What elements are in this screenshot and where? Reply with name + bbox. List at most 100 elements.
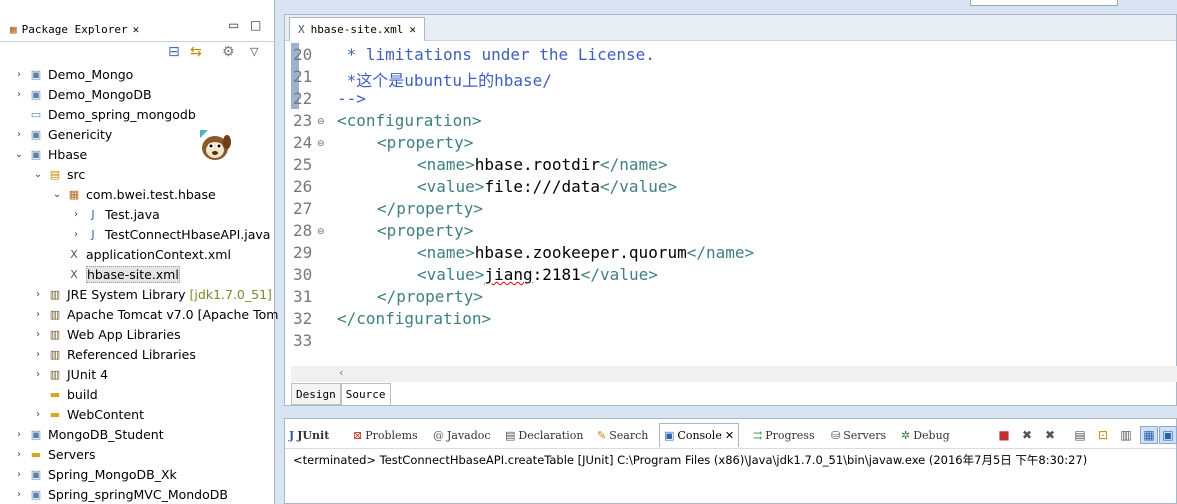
fold-toggle-icon[interactable]: ⊖ xyxy=(317,117,325,127)
chevron-right-icon[interactable]: › xyxy=(14,89,24,100)
collapse-all-icon[interactable]: ⊟ xyxy=(168,45,180,59)
terminate-icon[interactable]: ■ xyxy=(995,426,1013,444)
chevron-right-icon[interactable]: › xyxy=(33,369,43,380)
tree-item-label: MongoDB_Student xyxy=(48,426,164,442)
clear-console-icon[interactable]: ▤ xyxy=(1071,426,1089,444)
tree-item-genericity[interactable]: › ▣ Genericity xyxy=(14,124,112,144)
tab-problems[interactable]: ⊠ Problems xyxy=(353,426,418,444)
tab-debug[interactable]: ✲ Debug xyxy=(901,426,950,444)
tree-item-label: build xyxy=(67,386,98,402)
tab-servers[interactable]: ⛁ Servers xyxy=(831,426,886,444)
chevron-right-icon[interactable]: › xyxy=(71,229,81,240)
tree-item-package[interactable]: ⌄ ▦ com.bwei.test.hbase xyxy=(52,184,216,204)
tab-label: Servers xyxy=(843,428,887,442)
tree-item-tomcat[interactable]: › ▥ Apache Tomcat v7.0 [Apache Tom xyxy=(33,304,278,324)
tree-item-hbase-site[interactable]: X hbase-site.xml xyxy=(52,264,180,284)
remove-all-terminated-icon[interactable]: ✖ xyxy=(1041,426,1059,444)
chevron-right-icon[interactable]: › xyxy=(14,469,24,480)
tab-source[interactable]: Source xyxy=(340,383,391,405)
tree-item-build[interactable]: ▬ build xyxy=(33,384,98,404)
tree-item-demo-mongodb[interactable]: › ▣ Demo_MongoDB xyxy=(14,84,152,104)
tab-declaration[interactable]: ▤ Declaration xyxy=(505,426,583,444)
focus-icon[interactable]: ⚙ xyxy=(222,45,235,59)
code-line-30: <value>jiang:2181</value> xyxy=(417,265,658,284)
chevron-right-icon[interactable]: › xyxy=(33,329,43,340)
quick-access-field[interactable] xyxy=(970,0,1118,6)
junit-icon: J xyxy=(289,428,295,442)
fold-toggle-icon[interactable]: ⊖ xyxy=(317,139,325,149)
tab-junit[interactable]: J JUnit xyxy=(289,426,329,444)
code-editor[interactable]: 20 21 22 23 24 25 26 27 28 29 30 31 32 3… xyxy=(285,43,1176,365)
view-menu-icon[interactable]: ▽ xyxy=(250,45,258,59)
close-icon[interactable]: ✕ xyxy=(409,23,416,36)
tab-javadoc[interactable]: @ Javadoc xyxy=(433,426,491,444)
editor-area: X hbase-site.xml ✕ 20 21 22 23 24 25 26 … xyxy=(284,14,1177,406)
scroll-lock-icon[interactable]: ⊡ xyxy=(1094,426,1112,444)
tab-label: JUnit xyxy=(297,428,330,442)
tree-item-referenced-libraries[interactable]: › ▥ Referenced Libraries xyxy=(33,344,196,364)
fold-toggle-icon[interactable]: ⊖ xyxy=(317,227,325,237)
line-number: 21 xyxy=(293,67,313,86)
word-wrap-icon[interactable]: ▥ xyxy=(1117,426,1135,444)
tab-label: Debug xyxy=(913,428,950,442)
tree-item-src[interactable]: ⌄ ▤ src xyxy=(33,164,85,184)
tree-item-web-app-libraries[interactable]: › ▥ Web App Libraries xyxy=(33,324,181,344)
chevron-down-icon[interactable]: ⌄ xyxy=(33,169,43,180)
tree-item-demo-mongo[interactable]: › ▣ Demo_Mongo xyxy=(14,64,133,84)
chevron-right-icon[interactable]: › xyxy=(14,429,24,440)
tab-progress[interactable]: ⇉ Progress xyxy=(753,426,815,444)
tree-item-spring-mongodb-xk[interactable]: › ▣ Spring_MongoDB_Xk xyxy=(14,464,177,484)
chevron-right-icon[interactable]: › xyxy=(14,489,24,500)
chevron-right-icon[interactable]: › xyxy=(14,129,24,140)
tab-console[interactable]: ▣ Console ✕ xyxy=(659,423,740,447)
code-line-29: <name>hbase.zookeeper.quorum</name> xyxy=(417,243,754,262)
tree-item-mongodb-student[interactable]: › ▣ MongoDB_Student xyxy=(14,424,164,444)
tree-item-hbase[interactable]: ⌄ ▣ Hbase xyxy=(14,144,87,164)
display-selected-console-icon[interactable]: ▣ xyxy=(1159,426,1177,444)
close-icon[interactable]: ✕ xyxy=(725,429,734,442)
line-number: 32 xyxy=(293,309,313,328)
tree-item-test-java[interactable]: › J Test.java xyxy=(71,204,160,224)
line-number: 27 xyxy=(293,199,313,218)
xml-tag: </name> xyxy=(600,155,668,174)
chevron-down-icon[interactable]: ⌄ xyxy=(52,189,62,200)
xml-tag: </name> xyxy=(686,243,755,262)
folder-icon: ▬ xyxy=(30,447,42,461)
tree-item-junit4[interactable]: › ▥ JUnit 4 xyxy=(33,364,108,384)
chevron-right-icon[interactable]: › xyxy=(33,289,43,300)
chevron-right-icon[interactable]: › xyxy=(33,309,43,320)
tab-design[interactable]: Design xyxy=(291,383,341,405)
package-icon: ▦ xyxy=(68,187,80,201)
tab-package-explorer[interactable]: ▦ Package Explorer ✕ xyxy=(4,16,145,42)
close-icon[interactable]: ✕ xyxy=(133,23,140,36)
code-line-32: </configuration> xyxy=(337,309,492,328)
chevron-down-icon[interactable]: ⌄ xyxy=(14,149,24,160)
tree-item-webcontent[interactable]: › ▬ WebContent xyxy=(33,404,144,424)
chevron-right-icon[interactable]: › xyxy=(33,409,43,420)
pin-console-icon[interactable]: ▦ xyxy=(1140,426,1158,444)
chevron-right-icon[interactable]: › xyxy=(14,69,24,80)
horizontal-scrollbar[interactable]: ‹ xyxy=(291,366,1177,382)
tab-search[interactable]: ✎ Search xyxy=(597,426,648,444)
editor-tab-hbase-site[interactable]: X hbase-site.xml ✕ xyxy=(289,17,425,41)
tree-item-demo-spring-mongodb[interactable]: ▭ Demo_spring_mongodb xyxy=(14,104,196,124)
tree-item-applicationcontext[interactable]: X applicationContext.xml xyxy=(52,244,231,264)
link-with-editor-icon[interactable]: ⇆ xyxy=(190,45,202,59)
chevron-right-icon[interactable]: › xyxy=(14,449,24,460)
minimize-icon[interactable]: ▭ xyxy=(228,18,239,32)
tree-item-label: Spring_springMVC_MondoDB xyxy=(48,486,228,502)
code-line-26: <value>file:///data</value> xyxy=(417,177,677,196)
editor-tabbar: X hbase-site.xml ✕ xyxy=(285,15,1176,41)
tree-item-testconnect-java[interactable]: › J TestConnectHbaseAPI.java xyxy=(71,224,270,244)
maximize-icon[interactable]: □ xyxy=(250,18,261,32)
tree-item-jre[interactable]: › ▥ JRE System Library [jdk1.7.0_51] xyxy=(33,284,272,304)
xml-text: hbase.rootdir xyxy=(474,155,601,174)
xml-text: hbase.zookeeper.quorum xyxy=(474,243,687,262)
scroll-left-icon[interactable]: ‹ xyxy=(339,366,343,379)
chevron-right-icon[interactable]: › xyxy=(33,349,43,360)
chevron-right-icon[interactable]: › xyxy=(71,209,81,220)
tree-item-label: JUnit 4 xyxy=(67,366,109,382)
tree-item-servers[interactable]: › ▬ Servers xyxy=(14,444,96,464)
tree-item-spring-springmvc[interactable]: › ▣ Spring_springMVC_MondoDB xyxy=(14,484,228,504)
remove-launch-icon[interactable]: ✖ xyxy=(1018,426,1036,444)
